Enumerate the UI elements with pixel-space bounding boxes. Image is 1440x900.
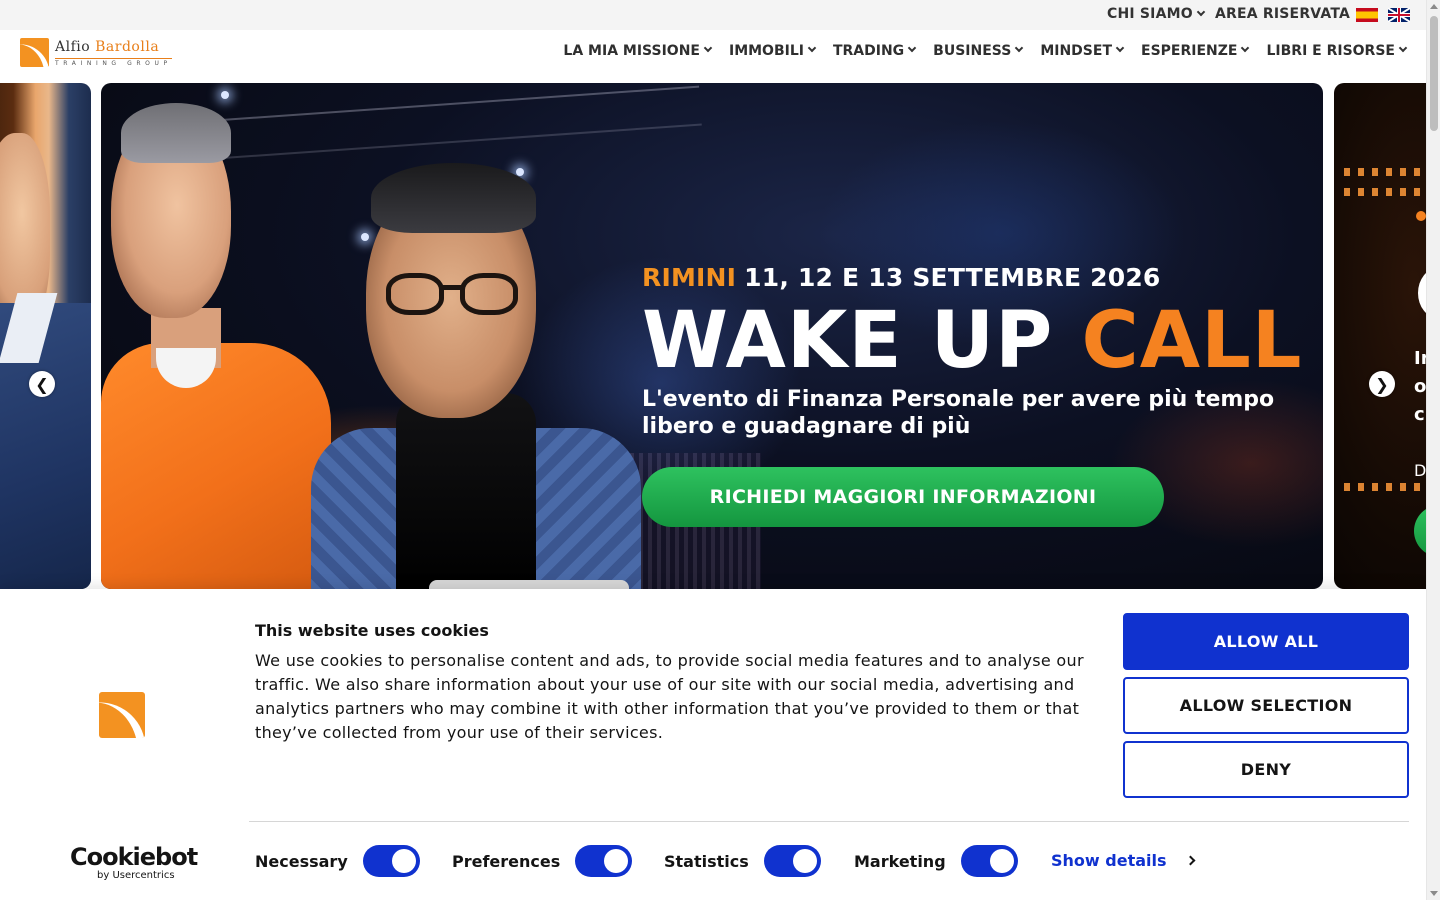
nav-item-label: ESPERIENZE: [1141, 43, 1238, 59]
nav-item-business[interactable]: BUSINESS: [933, 43, 1024, 59]
next-slide-text: D: [1414, 461, 1426, 480]
carousel-next-arrow-icon[interactable]: ❯: [1369, 371, 1395, 397]
speaker-photo-glasses: [291, 83, 651, 589]
next-slide-text: In: [1414, 348, 1426, 369]
event-subtitle: L'evento di Finanza Personale per avere …: [642, 387, 1275, 439]
allow-all-button[interactable]: ALLOW ALL: [1123, 613, 1409, 670]
show-details-label: Show details: [1051, 851, 1167, 870]
nav-item-trading[interactable]: TRADING: [832, 43, 917, 59]
cookiebot-wordmark: Cookiebot: [70, 843, 198, 871]
preferences-switch[interactable]: [575, 845, 633, 877]
main-header: Alfio Bardolla TRAINING GROUP LA MIA MIS…: [0, 30, 1426, 83]
event-date: RIMINI 11, 12 E 13 SETTEMBRE 2026: [642, 263, 1302, 292]
cookie-consent-banner: This website uses cookies We use cookies…: [0, 589, 1426, 900]
chevron-down-icon: [1015, 43, 1024, 53]
scroll-thumb[interactable]: [1430, 16, 1438, 131]
next-slide-text: c: [1414, 404, 1425, 425]
statistics-switch[interactable]: [763, 845, 821, 877]
logo-mark-icon: [20, 38, 49, 67]
cookiebot-logo[interactable]: Cookiebot by Usercentrics: [70, 843, 198, 881]
divider: [249, 821, 1409, 822]
chevron-down-icon: [807, 43, 817, 53]
nav-item-label: MINDSET: [1040, 43, 1113, 59]
nav-item-label: IMMOBILI: [728, 43, 804, 59]
event-title: WAKE UP CALL: [642, 296, 1302, 386]
nav-item-esperienze[interactable]: ESPERIENZE: [1141, 43, 1250, 59]
logo-first-name: Alfio: [55, 39, 91, 55]
chi-siamo-label: CHI SIAMO: [1107, 6, 1193, 22]
english-flag-icon[interactable]: [1388, 8, 1410, 22]
nav-item-mindset[interactable]: MINDSET: [1040, 43, 1125, 59]
spanish-flag-icon[interactable]: [1356, 8, 1378, 22]
allow-selection-button[interactable]: ALLOW SELECTION: [1123, 677, 1409, 734]
nav-item-label: BUSINESS: [933, 43, 1012, 59]
event-title-accent: CALL: [1081, 296, 1303, 386]
area-riservata-link[interactable]: AREA RISERVATA: [1215, 6, 1350, 22]
cookie-description: We use cookies to personalise content an…: [255, 651, 1084, 742]
necessary-switch[interactable]: [362, 845, 420, 877]
toggle-necessary: Necessary: [255, 845, 420, 877]
chevron-down-icon: [1196, 7, 1206, 17]
utility-bar: CHI SIAMO AREA RISERVATA: [0, 0, 1426, 30]
request-info-button[interactable]: RICHIEDI MAGGIORI INFORMAZIONI: [642, 467, 1164, 527]
nav-item-libri-e-risorse[interactable]: LIBRI E RISORSE: [1266, 43, 1408, 59]
page-scrollbar[interactable]: [1426, 0, 1440, 900]
logo-subtitle: TRAINING GROUP: [55, 58, 172, 67]
logo-name: Alfio Bardolla: [55, 39, 159, 55]
site-logo-icon: [99, 692, 145, 738]
logo-last-name: Bardolla: [95, 39, 160, 55]
carousel-prev-arrow-icon[interactable]: ❮: [29, 371, 55, 397]
cookie-title: This website uses cookies: [255, 621, 489, 640]
hero-carousel: RIMINI 11, 12 E 13 SETTEMBRE 2026 WAKE UP…: [0, 83, 1426, 589]
chevron-down-icon: [1115, 43, 1125, 53]
event-city: RIMINI: [642, 263, 737, 292]
nav-item-label: LIBRI E RISORSE: [1266, 43, 1395, 59]
event-title-main: WAKE UP: [642, 296, 1054, 386]
chevron-down-icon: [1398, 43, 1408, 53]
previous-slide-preview[interactable]: [0, 83, 91, 589]
scroll-down-arrow-icon[interactable]: [1430, 891, 1438, 896]
nav-item-label: LA MIA MISSIONE: [563, 43, 700, 59]
show-details-link[interactable]: Show details: [1051, 851, 1195, 870]
hero-text-block: RIMINI 11, 12 E 13 SETTEMBRE 2026 WAKE UP…: [642, 263, 1302, 527]
next-slide-preview[interactable]: In o c D: [1334, 83, 1426, 589]
slide-tab-indicator: [429, 580, 629, 589]
site-logo[interactable]: Alfio Bardolla TRAINING GROUP: [20, 37, 190, 69]
toggle-preferences: Preferences: [452, 845, 633, 877]
nav-item-label: TRADING: [832, 43, 905, 59]
chevron-down-icon: [703, 43, 713, 53]
active-slide: RIMINI 11, 12 E 13 SETTEMBRE 2026 WAKE UP…: [101, 83, 1323, 589]
scroll-up-arrow-icon[interactable]: [1430, 4, 1438, 9]
toggle-label: Necessary: [255, 851, 348, 871]
toggle-marketing: Marketing: [854, 845, 1018, 877]
toggle-label: Preferences: [452, 851, 561, 871]
toggle-label: Statistics: [664, 851, 749, 871]
chi-siamo-menu[interactable]: CHI SIAMO: [1107, 6, 1206, 22]
nav-item-immobili[interactable]: IMMOBILI: [728, 43, 817, 59]
toggle-label: Marketing: [854, 851, 946, 871]
nav-item-la-mia-missione[interactable]: LA MIA MISSIONE: [563, 43, 713, 59]
deny-button[interactable]: DENY: [1123, 741, 1409, 798]
chevron-right-icon: [1185, 855, 1195, 866]
event-dates: 11, 12 E 13 SETTEMBRE 2026: [744, 263, 1161, 292]
main-nav: LA MIA MISSIONE IMMOBILI TRADING BUSINES…: [563, 43, 1408, 59]
chevron-down-icon: [907, 43, 917, 53]
marketing-switch[interactable]: [960, 845, 1018, 877]
cookiebot-byline: by Usercentrics: [97, 870, 175, 881]
toggle-statistics: Statistics: [664, 845, 821, 877]
next-slide-button: [1414, 505, 1426, 557]
next-slide-text: o: [1414, 376, 1426, 397]
chevron-down-icon: [1241, 43, 1250, 53]
